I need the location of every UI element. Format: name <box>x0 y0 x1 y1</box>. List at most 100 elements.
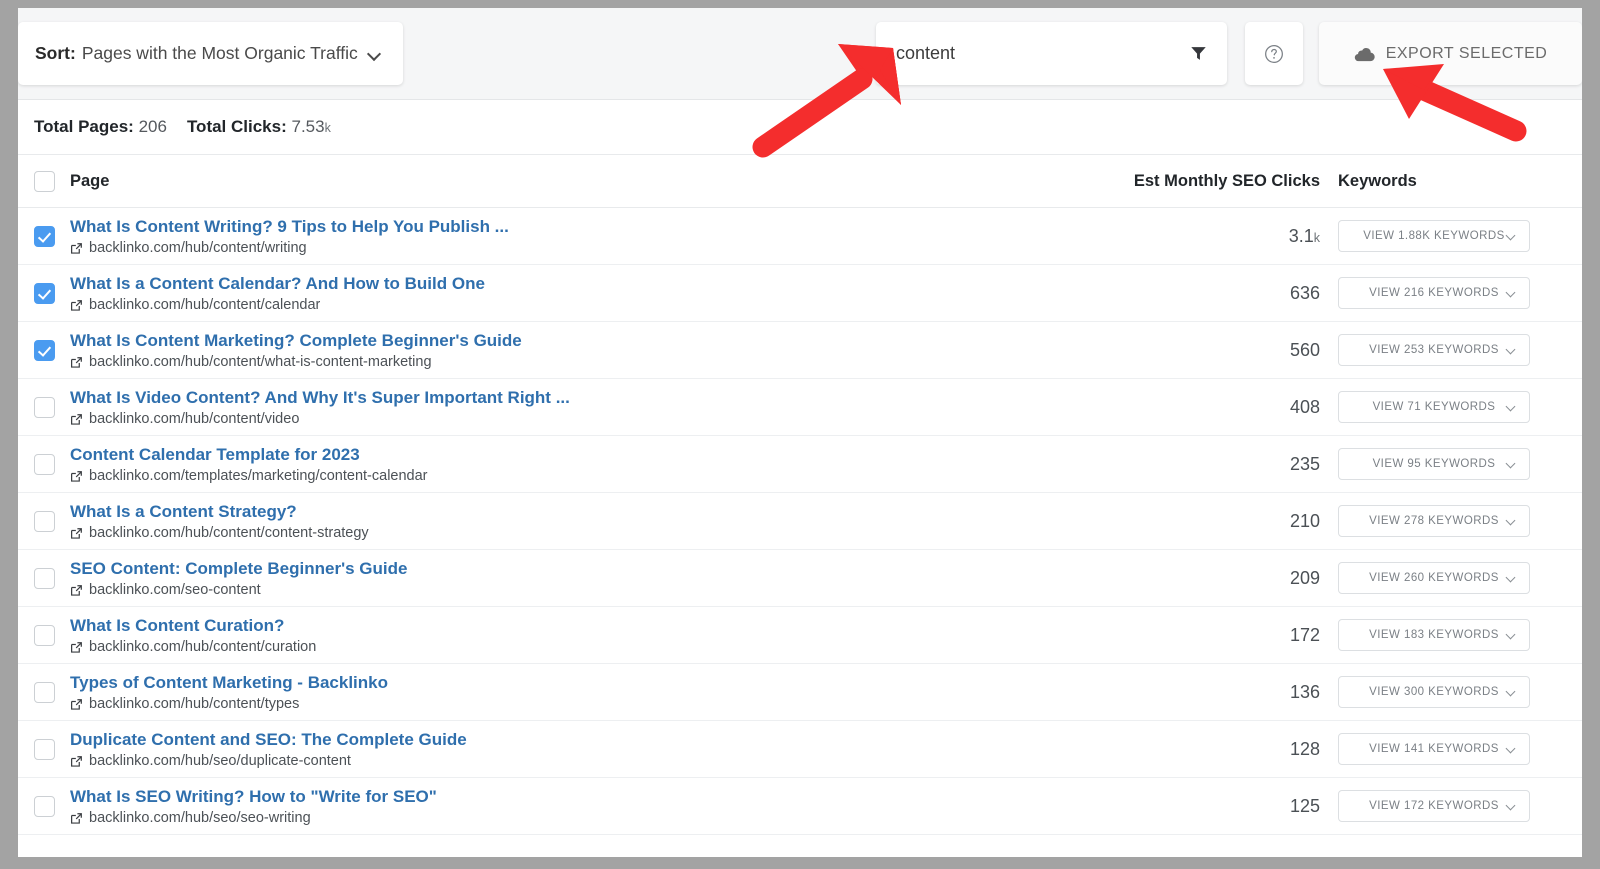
export-selected-button[interactable]: EXPORT SELECTED <box>1319 22 1582 85</box>
row-clicks-cell: 128 <box>1126 739 1338 760</box>
row-page-cell: What Is Content Writing? 9 Tips to Help … <box>70 216 1126 256</box>
chevron-down-icon <box>1507 232 1516 241</box>
page-title-link[interactable]: What Is Video Content? And Why It's Supe… <box>70 387 1114 408</box>
view-keywords-button[interactable]: VIEW 253 KEYWORDS <box>1338 334 1530 366</box>
page-url: backlinko.com/hub/content/writing <box>89 240 307 257</box>
view-keywords-button[interactable]: VIEW 260 KEYWORDS <box>1338 562 1530 594</box>
external-link-icon <box>71 755 82 767</box>
page-url-line: backlinko.com/hub/content/what-is-conten… <box>70 354 1114 370</box>
page-url: backlinko.com/hub/content/calendar <box>89 297 321 314</box>
external-link-icon <box>71 812 82 824</box>
page-url-line: backlinko.com/hub/content/curation <box>70 639 1114 655</box>
total-clicks-value: 7.53 <box>291 117 325 136</box>
page-url: backlinko.com/hub/seo/duplicate-content <box>89 753 351 770</box>
external-link-icon <box>71 698 82 710</box>
view-keywords-button[interactable]: VIEW 1.88K KEYWORDS <box>1338 220 1530 252</box>
select-all-checkbox[interactable] <box>33 170 55 192</box>
chevron-down-icon <box>1507 517 1516 526</box>
row-page-cell: What Is Content Marketing? Complete Begi… <box>70 330 1126 370</box>
filter-funnel-icon[interactable] <box>1190 45 1207 62</box>
table-row: What Is Content Curation? backlinko.com/h… <box>18 607 1582 664</box>
search-input[interactable] <box>896 43 1190 64</box>
total-pages-value: 206 <box>138 117 167 136</box>
row-page-cell: Types of Content Marketing - Backlinko ba… <box>70 672 1126 712</box>
row-select-checkbox[interactable] <box>33 225 55 247</box>
page-url: backlinko.com/hub/seo/seo-writing <box>89 810 311 827</box>
row-keywords-cell: VIEW 95 KEYWORDS <box>1338 448 1582 480</box>
row-select-checkbox[interactable] <box>33 681 55 703</box>
column-header-keywords: Keywords <box>1338 171 1417 190</box>
page-title-link[interactable]: What Is a Content Strategy? <box>70 501 1114 522</box>
row-page-cell: What Is Content Curation? backlinko.com/h… <box>70 615 1126 655</box>
page-url: backlinko.com/hub/content/video <box>89 411 300 428</box>
page-url: backlinko.com/hub/content/curation <box>89 639 317 656</box>
external-link-icon <box>71 242 82 254</box>
page-url-line: backlinko.com/hub/content/content-strate… <box>70 525 1114 541</box>
table-row: What Is Video Content? And Why It's Supe… <box>18 379 1582 436</box>
clicks-value: 560 <box>1290 340 1320 360</box>
sort-value: Pages with the Most Organic Traffic <box>81 43 358 63</box>
row-select-checkbox[interactable] <box>33 453 55 475</box>
sort-dropdown[interactable]: Sort: Pages with the Most Organic Traffi… <box>18 22 403 85</box>
help-button[interactable] <box>1245 22 1303 85</box>
clicks-number: 235 <box>1289 453 1320 474</box>
row-keywords-cell: VIEW 172 KEYWORDS <box>1338 790 1582 822</box>
page-title-link[interactable]: Duplicate Content and SEO: The Complete … <box>70 729 1114 750</box>
page-title-link[interactable]: What Is Content Curation? <box>70 615 1114 636</box>
page-title-link[interactable]: What Is Content Writing? 9 Tips to Help … <box>70 216 1114 237</box>
page-title-link[interactable]: What Is SEO Writing? How to "Write for S… <box>70 786 1114 807</box>
row-page-cell: Duplicate Content and SEO: The Complete … <box>70 729 1126 769</box>
row-checkbox-cell <box>18 225 70 247</box>
row-select-checkbox[interactable] <box>33 567 55 589</box>
view-keywords-button[interactable]: VIEW 71 KEYWORDS <box>1338 391 1530 423</box>
row-select-checkbox[interactable] <box>33 738 55 760</box>
row-select-checkbox[interactable] <box>33 510 55 532</box>
chevron-down-icon <box>369 48 381 60</box>
chevron-down-icon <box>1507 574 1516 583</box>
sort-label: Sort: <box>35 43 76 63</box>
view-keywords-button[interactable]: VIEW 183 KEYWORDS <box>1338 619 1530 651</box>
view-keywords-button[interactable]: VIEW 172 KEYWORDS <box>1338 790 1530 822</box>
row-select-checkbox[interactable] <box>33 624 55 646</box>
row-checkbox-cell <box>18 567 70 589</box>
header-keywords-cell: Keywords <box>1338 172 1582 191</box>
row-keywords-cell: VIEW 300 KEYWORDS <box>1338 676 1582 708</box>
row-select-checkbox[interactable] <box>33 396 55 418</box>
page-url: backlinko.com/templates/marketing/conten… <box>89 468 428 485</box>
table-row: Content Calendar Template for 2023 backli… <box>18 436 1582 493</box>
chevron-down-icon <box>1507 403 1516 412</box>
row-select-checkbox[interactable] <box>33 282 55 304</box>
clicks-number: 136 <box>1289 681 1320 702</box>
view-keywords-button[interactable]: VIEW 141 KEYWORDS <box>1338 733 1530 765</box>
clicks-number: 128 <box>1289 738 1320 759</box>
page-title-link[interactable]: What Is a Content Calendar? And How to B… <box>70 273 1114 294</box>
total-pages: Total Pages: 206 <box>34 117 167 137</box>
view-keywords-button[interactable]: VIEW 300 KEYWORDS <box>1338 676 1530 708</box>
view-keywords-button[interactable]: VIEW 278 KEYWORDS <box>1338 505 1530 537</box>
row-clicks-cell: 210 <box>1126 511 1338 532</box>
row-select-checkbox[interactable] <box>33 339 55 361</box>
table-row: What Is Content Marketing? Complete Begi… <box>18 322 1582 379</box>
table-row: What Is a Content Strategy? backlinko.com… <box>18 493 1582 550</box>
page-title-link[interactable]: What Is Content Marketing? Complete Begi… <box>70 330 1114 351</box>
row-keywords-cell: VIEW 253 KEYWORDS <box>1338 334 1582 366</box>
row-keywords-cell: VIEW 260 KEYWORDS <box>1338 562 1582 594</box>
clicks-number: 3.1 <box>1288 225 1314 246</box>
external-link-icon <box>71 470 82 482</box>
row-keywords-cell: VIEW 141 KEYWORDS <box>1338 733 1582 765</box>
search-box[interactable] <box>876 22 1227 85</box>
view-keywords-button[interactable]: VIEW 95 KEYWORDS <box>1338 448 1530 480</box>
row-checkbox-cell <box>18 510 70 532</box>
row-select-checkbox[interactable] <box>33 795 55 817</box>
clicks-number: 210 <box>1289 510 1320 531</box>
row-clicks-cell: 636 <box>1126 283 1338 304</box>
clicks-value: 209 <box>1290 568 1320 588</box>
page-title-link[interactable]: Types of Content Marketing - Backlinko <box>70 672 1114 693</box>
table-row: SEO Content: Complete Beginner's Guide ba… <box>18 550 1582 607</box>
row-keywords-cell: VIEW 1.88K KEYWORDS <box>1338 220 1582 252</box>
view-keywords-button[interactable]: VIEW 216 KEYWORDS <box>1338 277 1530 309</box>
page-title-link[interactable]: Content Calendar Template for 2023 <box>70 444 1114 465</box>
page-title-link[interactable]: SEO Content: Complete Beginner's Guide <box>70 558 1114 579</box>
row-clicks-cell: 560 <box>1126 340 1338 361</box>
view-keywords-label: VIEW 216 KEYWORDS <box>1369 287 1499 299</box>
